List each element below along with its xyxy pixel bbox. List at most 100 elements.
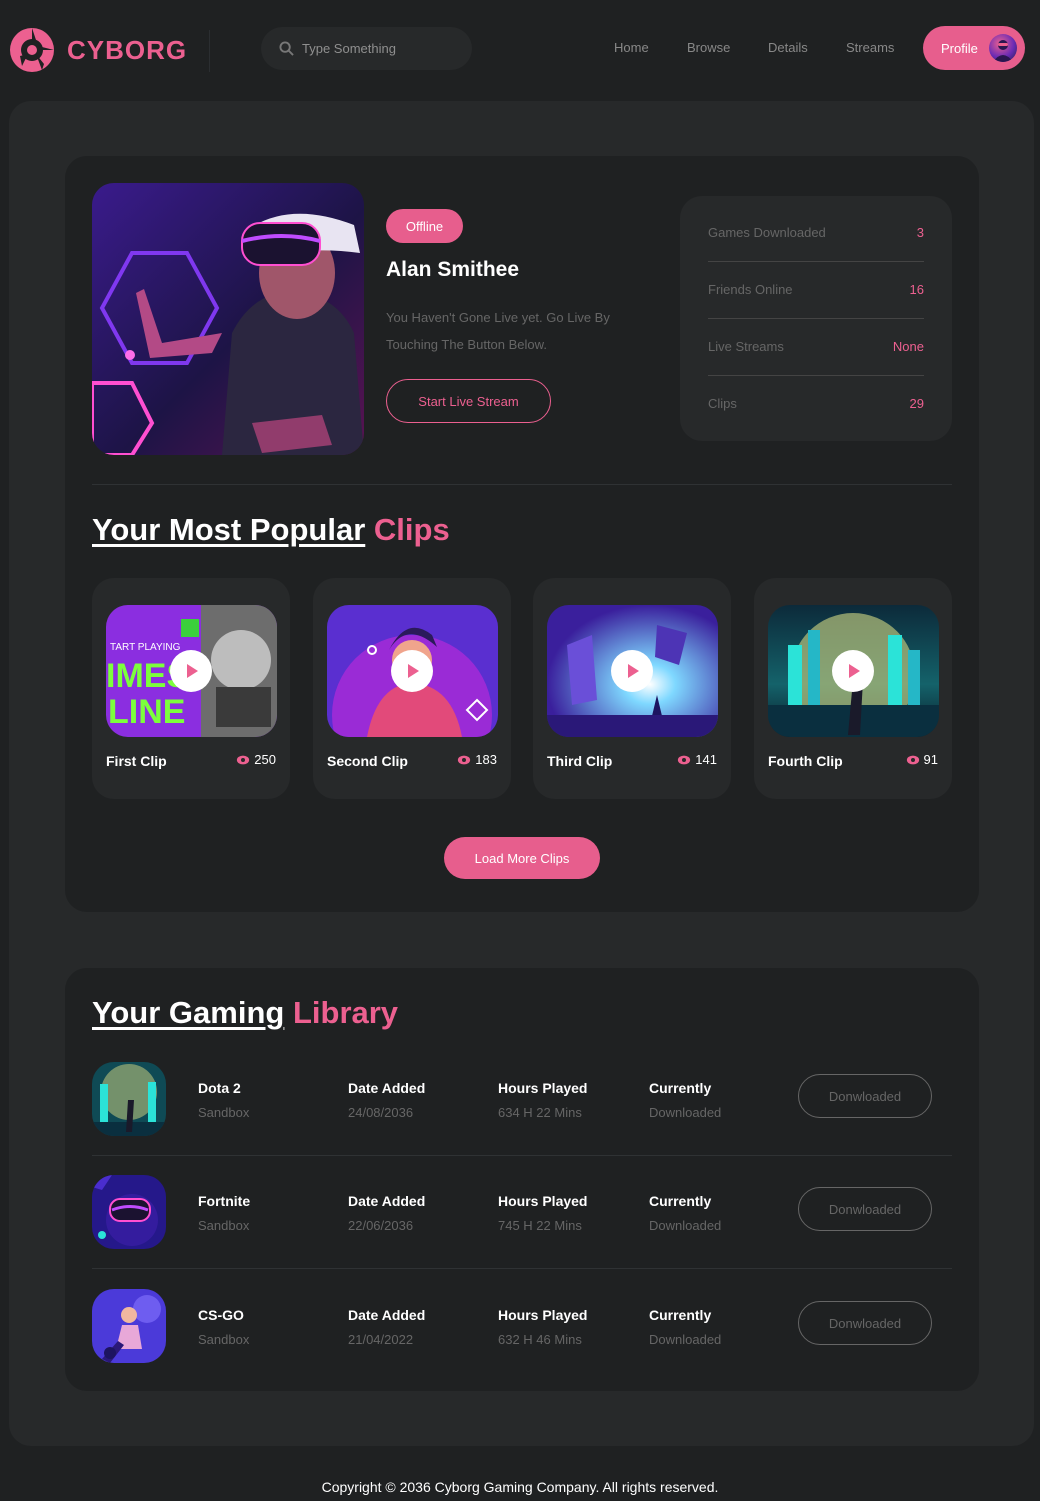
game-name-column: Fortnite Sandbox [198,1193,250,1233]
stat-row-clips: Clips 29 [708,375,924,432]
status-label: Currently [649,1307,712,1323]
status-label: Currently [649,1193,712,1209]
stat-value: 16 [909,282,924,297]
search-icon [279,41,294,56]
date-added-column: Date Added 22/06/2036 [348,1193,425,1233]
eye-icon [458,755,471,764]
clip-card[interactable]: Fourth Clip 91 [754,578,952,799]
status-value: Downloaded [649,1218,722,1233]
game-genre: Sandbox [198,1218,250,1233]
clip-thumbnail [768,605,939,737]
status-label: Currently [649,1080,712,1096]
game-icon [92,1175,166,1249]
play-icon[interactable] [170,650,212,692]
clip-view-count: 183 [475,752,497,767]
stat-label: Friends Online [708,282,793,297]
clip-card[interactable]: Third Clip 141 [533,578,731,799]
clip-view-count: 250 [254,752,276,767]
clip-view-count: 91 [923,752,938,767]
clips-heading-pink: Clips [373,512,450,547]
date-added-label: Date Added [348,1080,426,1096]
profile-card: Offline Alan Smithee You Haven't Gone Li… [65,156,979,912]
clip-card[interactable]: Second Clip 183 [313,578,511,799]
search-bar[interactable] [261,27,472,70]
game-name: Dota 2 [198,1080,241,1096]
stat-row-live-streams: Live Streams None [708,318,924,375]
date-added-label: Date Added [348,1307,426,1323]
hours-played-value: 634 H 22 Mins [498,1105,582,1120]
clip-views: 183 [457,752,497,767]
stat-value: None [892,339,924,354]
library-heading: Your Gaming Library [92,995,398,1031]
nav-browse[interactable]: Browse [687,40,730,55]
clips-heading-white: Your Most Popular [92,512,366,547]
stat-row-games-downloaded: Games Downloaded 3 [708,204,924,261]
hours-played-value: 745 H 22 Mins [498,1218,582,1233]
eye-icon [237,755,250,764]
library-row: Dota 2 Sandbox Date Added 24/08/2036 Hou… [92,1062,952,1175]
load-more-clips-button[interactable]: Load More Clips [444,837,600,879]
clips-heading: Your Most Popular Clips [92,512,450,548]
svg-text:LINE: LINE [108,693,185,731]
clip-thumbnail: TART PLAYING IMES LINE [106,605,277,737]
page-content: Offline Alan Smithee You Haven't Gone Li… [9,101,1034,1446]
hours-played-value: 632 H 46 Mins [498,1332,582,1347]
clip-views: 250 [236,752,276,767]
date-added-column: Date Added 24/08/2036 [348,1080,425,1120]
library-row: CS-GO Sandbox Date Added 21/04/2022 Hour… [92,1289,952,1402]
hours-played-label: Hours Played [498,1193,588,1209]
status-value: Downloaded [649,1332,722,1347]
stat-row-friends-online: Friends Online 16 [708,261,924,318]
stat-value: 3 [916,225,924,240]
play-icon[interactable] [611,650,653,692]
user-description: You Haven't Gone Live yet. Go Live By To… [386,310,610,352]
clip-thumbnail [547,605,718,737]
date-added-value: 21/04/2022 [348,1332,414,1347]
hours-played-column: Hours Played 632 H 46 Mins [498,1307,587,1347]
downloaded-button[interactable]: Donwloaded [798,1074,932,1118]
library-row: Fortnite Sandbox Date Added 22/06/2036 H… [92,1175,952,1288]
clip-view-count: 141 [695,752,717,767]
row-divider [92,1155,952,1156]
clip-title: Fourth Clip [768,753,843,769]
status-badge: Offline [386,209,463,243]
nav-streams[interactable]: Streams [846,40,894,55]
library-heading-white: Your Gaming [92,995,285,1030]
svg-text:TART PLAYING: TART PLAYING [110,642,181,653]
status-value: Downloaded [649,1105,722,1120]
date-added-label: Date Added [348,1193,426,1209]
clip-title: Second Clip [327,753,408,769]
date-added-value: 24/08/2036 [348,1105,414,1120]
game-icon [92,1062,166,1136]
downloaded-button[interactable]: Donwloaded [798,1301,932,1345]
library-card: Your Gaming Library Dota 2 Sandbox Date … [65,968,979,1391]
downloaded-button[interactable]: Donwloaded [798,1187,932,1231]
stat-value: 29 [909,396,924,411]
logo-text: CYBORG [67,34,188,65]
stats-panel: Games Downloaded 3 Friends Online 16 Liv… [680,196,952,441]
hours-played-column: Hours Played 634 H 22 Mins [498,1080,587,1120]
play-icon[interactable] [391,650,433,692]
nav-home[interactable]: Home [614,40,649,55]
search-input[interactable] [302,41,462,56]
header-divider [209,30,210,72]
library-heading-pink: Library [292,995,399,1030]
game-name: CS-GO [198,1307,244,1323]
play-icon[interactable] [832,650,874,692]
avatar [989,34,1017,62]
clip-title: Third Clip [547,753,613,769]
status-column: Currently Downloaded [649,1307,721,1347]
logo[interactable]: CYBORG [8,26,187,74]
footer-copyright: Copyright © 2036 Cyborg Gaming Company. … [321,1479,719,1495]
section-divider [92,484,952,485]
cyborg-logo-icon [10,28,54,72]
profile-button[interactable]: Profile [923,26,1025,70]
nav-details[interactable]: Details [768,40,808,55]
profile-hero-image [92,183,364,455]
status-column: Currently Downloaded [649,1193,721,1233]
clip-card[interactable]: TART PLAYING IMES LINE First Clip 250 [92,578,290,799]
start-live-stream-button[interactable]: Start Live Stream [386,379,551,423]
game-icon [92,1289,166,1363]
clip-title: First Clip [106,753,167,769]
clip-thumbnail [327,605,498,737]
